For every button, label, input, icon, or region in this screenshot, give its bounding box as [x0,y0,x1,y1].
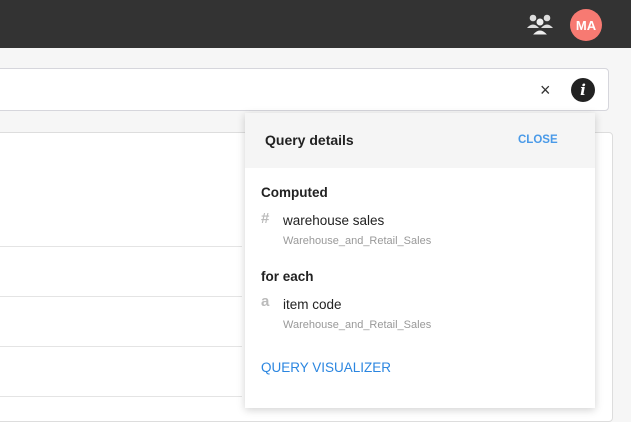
popup-title: Query details [265,132,354,148]
text-attribute-icon: a [261,293,270,310]
clear-search-icon[interactable]: × [540,79,551,101]
row-divider [0,346,242,347]
computed-column-source: Warehouse_and_Retail_Sales [283,235,432,247]
row-divider [0,296,242,297]
user-avatar[interactable]: MA [570,9,602,41]
query-visualizer-link[interactable]: QUERY VISUALIZER [261,360,391,375]
query-details-popup: Query details CLOSE Computed # warehouse… [245,113,595,408]
info-icon[interactable]: i [571,78,595,102]
popup-header: Query details CLOSE [245,113,595,168]
top-nav-bar: MA [0,0,631,48]
search-bar[interactable] [0,68,609,111]
computed-column-name: warehouse sales [283,213,385,228]
number-icon: # [261,210,270,227]
for-each-heading: for each [261,269,314,284]
attribute-column-name: item code [283,297,342,312]
attribute-column-source: Warehouse_and_Retail_Sales [283,319,432,331]
team-icon[interactable] [526,12,554,36]
close-button[interactable]: CLOSE [518,134,558,146]
computed-heading: Computed [261,185,328,200]
row-divider [0,246,242,247]
row-divider [0,396,242,397]
